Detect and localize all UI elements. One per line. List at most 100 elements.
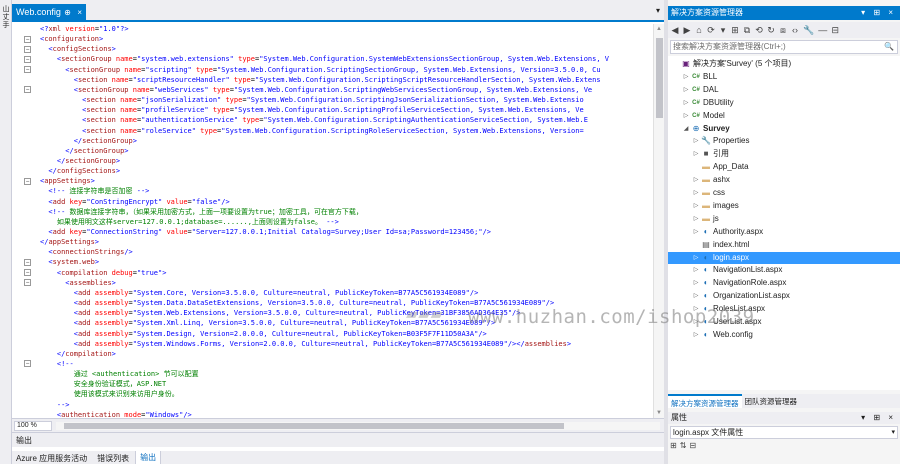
tree-item[interactable]: ▷ C# Model (668, 110, 900, 122)
tree-item[interactable]: ◢ ⊕ Survey (668, 123, 900, 135)
tree-item[interactable]: ▷ ◐ login.aspx (668, 251, 900, 264)
expand-arrow-icon[interactable]: ▷ (692, 200, 700, 212)
expanded-arrow-icon[interactable]: ◢ (682, 123, 690, 135)
code-line[interactable]: <section name="roleService" type="System… (40, 126, 584, 136)
code-line[interactable]: </sectionGroup> (40, 136, 137, 146)
code-line[interactable]: <?xml version="1.0"?> (40, 24, 129, 34)
expand-arrow-icon[interactable]: ▷ (682, 97, 690, 109)
code-line[interactable]: <add assembly="System.Core, Version=3.5.… (40, 288, 479, 298)
tree-item[interactable]: ▷ C# DBUtility (668, 97, 900, 109)
collapse-toggle-icon[interactable]: − (24, 55, 31, 63)
code-line[interactable]: <section name="profileService" type="Sys… (40, 105, 584, 115)
chevron-down-icon[interactable]: ▾ (891, 427, 895, 438)
code-line[interactable]: <!-- 数据库连接字符串，（如果采用加密方式，上面一项要设置为true；加密工… (40, 207, 362, 217)
expand-arrow-icon[interactable]: ▷ (682, 84, 690, 96)
code-line[interactable]: 安全身份验证模式，ASP.NET (40, 379, 167, 389)
tree-item[interactable]: ▷ ■ 引用 (668, 148, 900, 160)
vertical-scroll-thumb[interactable] (656, 38, 663, 118)
expand-arrow-icon[interactable]: ▷ (692, 135, 700, 147)
expand-arrow-icon[interactable]: ▷ (692, 277, 700, 289)
properties-toolbar-icon[interactable]: ⊟ (689, 441, 696, 453)
tree-item[interactable]: ▷ ▬ images (668, 200, 900, 212)
tab-web-config[interactable]: Web.config ⊕ × (12, 4, 86, 20)
code-line[interactable]: <section name="authenticationService" ty… (40, 115, 588, 125)
code-line[interactable]: 使用该模式来识别来访用户身份。 (40, 389, 179, 399)
tab-output[interactable]: 输出 (135, 451, 162, 464)
code-line[interactable]: <system.web> (40, 257, 99, 267)
expand-arrow-icon[interactable]: ▷ (692, 329, 700, 341)
toolbar-button-icon[interactable]: ⊟ (831, 25, 839, 36)
tree-item[interactable]: ▷ ◐ NavigationList.aspx (668, 264, 900, 276)
toolbar-button-icon[interactable]: ◀ (671, 25, 679, 36)
code-line[interactable]: </configSections> (40, 166, 120, 176)
tab-team-explorer[interactable]: 团队资源管理器 (742, 394, 801, 408)
tree-item[interactable]: ▷ ▬ ashx (668, 174, 900, 186)
tab-overflow-dropdown-icon[interactable]: ▾ (656, 6, 660, 15)
code-line[interactable]: <assemblies> (40, 278, 116, 288)
toolbar-button-icon[interactable]: ⟲ (755, 25, 763, 36)
horizontal-scroll-thumb[interactable] (64, 423, 564, 429)
code-line[interactable]: <sectionGroup name="scripting" type="Sys… (40, 65, 600, 75)
zoom-level-select[interactable]: 100 % (14, 421, 52, 431)
code-line[interactable]: <configSections> (40, 44, 115, 54)
expand-arrow-icon[interactable]: ▷ (692, 213, 700, 225)
code-line[interactable]: <compilation debug="true"> (40, 268, 167, 278)
expand-arrow-icon[interactable]: ▷ (692, 174, 700, 186)
window-controls-icon[interactable]: ▾ ⊞ × (861, 6, 896, 20)
expand-arrow-icon[interactable]: ▷ (692, 148, 700, 160)
collapse-toggle-icon[interactable]: − (24, 279, 31, 287)
code-line[interactable]: </sectionGroup> (40, 156, 120, 166)
code-line[interactable]: <configuration> (40, 34, 103, 44)
expand-arrow-icon[interactable]: ▷ (682, 71, 690, 83)
code-line[interactable]: <sectionGroup name="webServices" type="S… (40, 85, 592, 95)
tree-item[interactable]: ▷ ◐ NavigationRole.aspx (668, 277, 900, 289)
code-line[interactable]: </appSettings> (40, 237, 99, 247)
properties-toolbar-icon[interactable]: ⇅ (680, 441, 687, 453)
code-line[interactable]: 如果使用明文这样server=127.0.0.1;database=......… (40, 217, 339, 227)
tree-item[interactable]: ▷ C# BLL (668, 71, 900, 83)
toolbar-button-icon[interactable]: ⊞ (731, 25, 739, 36)
toolbar-button-icon[interactable]: ↻ (767, 25, 775, 36)
code-line[interactable]: --> (40, 400, 70, 410)
toolbar-button-icon[interactable]: ⟳ (707, 25, 715, 36)
toolbar-button-icon[interactable]: ‹› (791, 25, 799, 35)
collapse-toggle-icon[interactable]: − (24, 45, 31, 53)
tree-item[interactable]: ▷ ◐ OrganizationList.aspx (668, 290, 900, 302)
code-text-area[interactable]: − − − − − − − − − − <?xml version="1.0"?> <configu… (12, 24, 652, 418)
code-line[interactable]: <add key="ConStringEncrypt" value="false… (40, 197, 229, 207)
toolbar-button-icon[interactable]: ▶ (683, 25, 691, 36)
code-line[interactable]: <section name="scriptResourceHandler" ty… (40, 75, 601, 85)
search-icon[interactable]: 🔍 (884, 41, 894, 53)
code-line[interactable]: <appSettings> (40, 176, 95, 186)
tree-item[interactable]: ▤ index.html (668, 239, 900, 251)
solution-search-input[interactable]: 搜索解决方案资源管理器(Ctrl+;) 🔍 (670, 40, 898, 54)
code-line[interactable]: <section name="jsonSerialization" type="… (40, 95, 584, 105)
code-line[interactable]: <add assembly="System.Windows.Forms, Ver… (40, 339, 571, 349)
code-line[interactable]: </compilation> (40, 349, 116, 359)
collapse-toggle-icon[interactable]: − (24, 360, 31, 368)
code-line[interactable]: 通过 <authentication> 节可以配置 (40, 369, 199, 379)
expand-arrow-icon[interactable]: ▷ (692, 290, 700, 302)
expand-arrow-icon[interactable]: ▷ (692, 187, 700, 199)
tree-item[interactable]: ▷ 🔧 Properties (668, 135, 900, 147)
toolbar-button-icon[interactable]: 🔧 (803, 25, 814, 36)
toolbar-button-icon[interactable]: — (818, 25, 827, 35)
toolbar-button-icon[interactable]: ▾ (719, 25, 727, 36)
tree-item[interactable]: ▷ ◐ Web.config (668, 329, 900, 341)
tree-item[interactable]: ▷ C# DAL (668, 84, 900, 96)
scroll-down-icon[interactable]: ▼ (656, 410, 662, 416)
tree-item[interactable]: ▬ App_Data (668, 161, 900, 173)
code-line[interactable]: <authentication mode="Windows"/> (40, 410, 192, 418)
collapse-toggle-icon[interactable]: − (24, 269, 31, 277)
collapse-toggle-icon[interactable]: − (24, 86, 31, 94)
tree-item[interactable]: ▷ ▬ js (668, 213, 900, 225)
expand-arrow-icon[interactable]: ▷ (682, 110, 690, 122)
tree-item[interactable]: ▣ 解决方案'Survey' (5 个项目) (668, 58, 900, 70)
expand-arrow-icon[interactable]: ▷ (692, 226, 700, 238)
code-line[interactable]: <!-- (40, 359, 74, 369)
code-line[interactable]: </sectionGroup> (40, 146, 128, 156)
vertical-scrollbar[interactable]: ▲ ▼ (653, 24, 664, 418)
tree-item[interactable]: ▷ ◐ Authority.aspx (668, 226, 900, 238)
tab-solution-explorer[interactable]: 解决方案资源管理器 (668, 394, 742, 408)
code-line[interactable]: <add key="ConnectionString" value="Serve… (40, 227, 491, 237)
